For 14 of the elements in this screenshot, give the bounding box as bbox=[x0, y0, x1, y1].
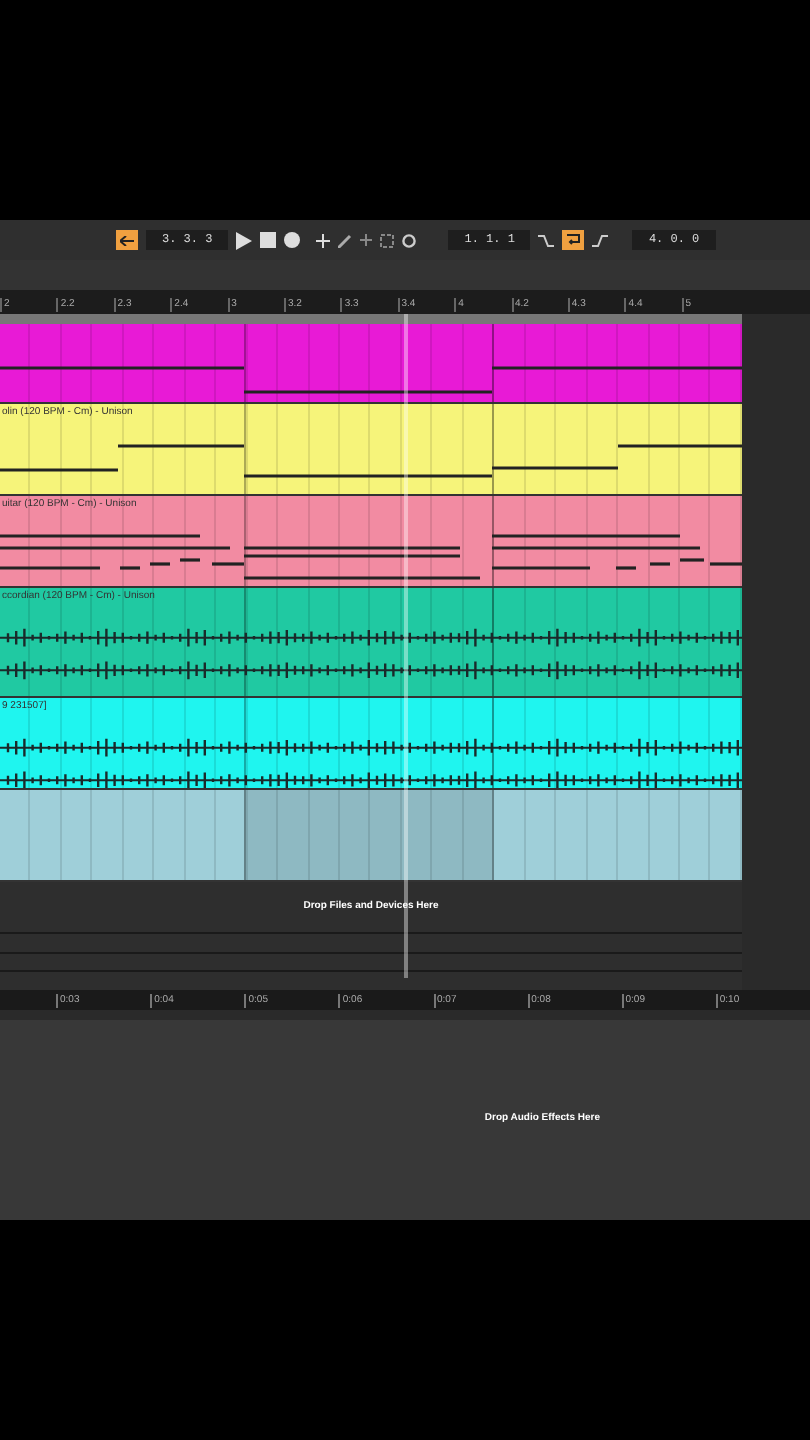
track-clip[interactable] bbox=[0, 324, 742, 404]
arrow-icon bbox=[120, 235, 134, 245]
curve-up-icon[interactable] bbox=[592, 233, 609, 247]
brackets-icon[interactable] bbox=[380, 233, 395, 247]
loop-icon bbox=[566, 234, 581, 246]
play-icon[interactable] bbox=[236, 231, 253, 249]
loop-switch-button[interactable] bbox=[562, 230, 585, 250]
track-clip[interactable] bbox=[0, 790, 742, 882]
arrangement-toggle-button[interactable] bbox=[116, 230, 138, 250]
pencil-icon[interactable] bbox=[338, 233, 353, 247]
circle-icon[interactable] bbox=[402, 233, 417, 247]
curve-down-icon[interactable] bbox=[538, 233, 555, 247]
record-icon[interactable] bbox=[284, 232, 301, 248]
stop-icon[interactable] bbox=[260, 232, 277, 248]
